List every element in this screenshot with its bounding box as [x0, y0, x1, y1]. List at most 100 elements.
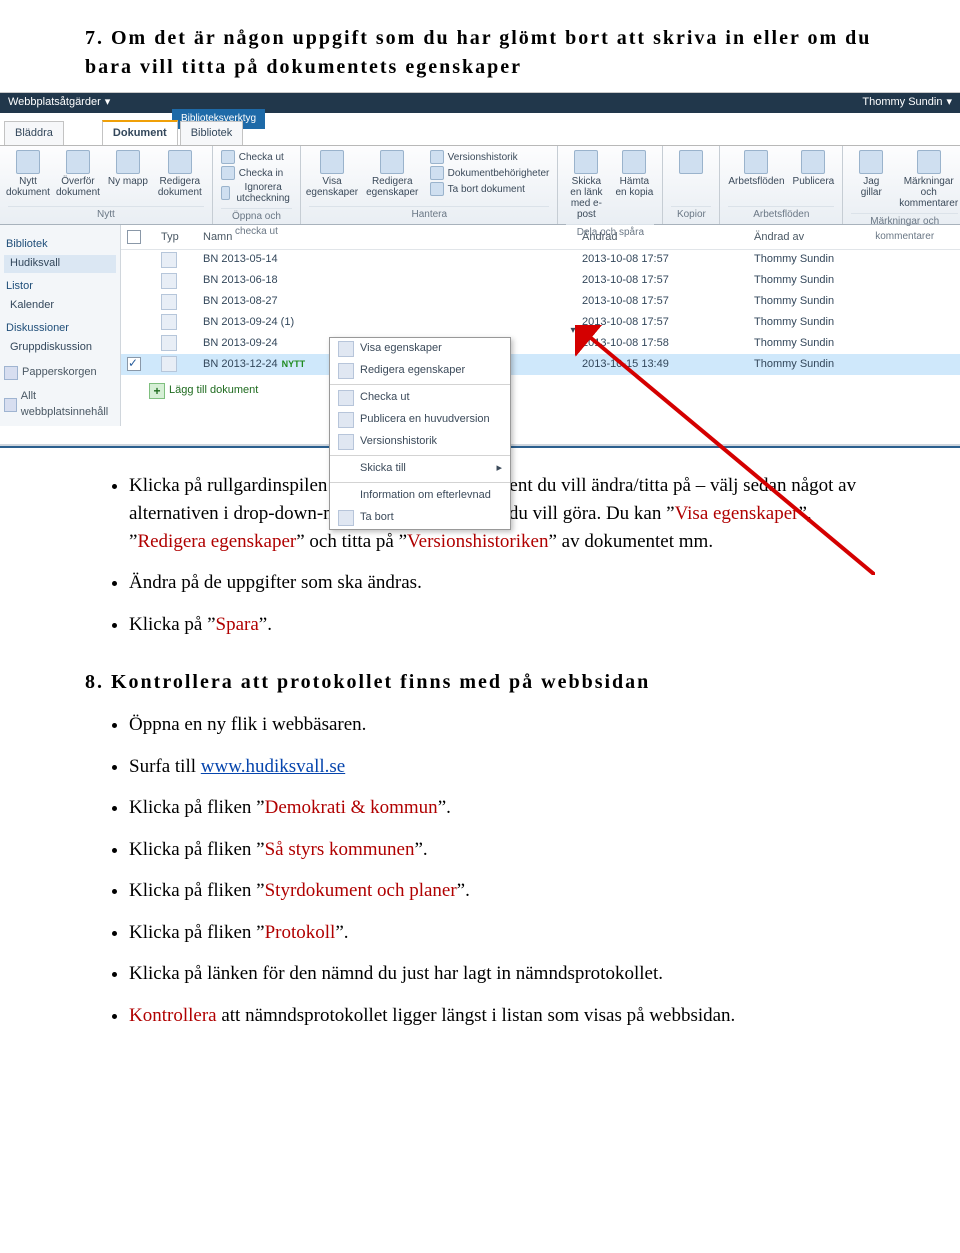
copies-icon: [679, 150, 703, 174]
ribbon-permissions[interactable]: Dokumentbehörigheter: [430, 166, 550, 180]
section7-title: 7. Om det är någon uppgift som du har gl…: [85, 24, 875, 82]
publish-icon: [338, 412, 354, 428]
bullet: Klicka på fliken ”Demokrati & kommun”.: [129, 794, 875, 822]
tab-library[interactable]: Bibliotek: [180, 121, 244, 145]
sharepoint-screenshot: Webbplatsåtgärder ▾ Thommy Sundin ▾ Bibl…: [0, 92, 960, 426]
document-icon: [161, 294, 177, 310]
version-icon: [430, 150, 444, 164]
bullet: Ändra på de uppgifter som ska ändras.: [129, 569, 875, 597]
ribbon-version-history[interactable]: Versionshistorik: [430, 150, 550, 164]
sp-top-bar: Webbplatsåtgärder ▾ Thommy Sundin ▾: [0, 93, 960, 113]
checkout-icon: [221, 150, 235, 164]
bullet: Öppna en ny flik i webbäsaren.: [129, 711, 875, 739]
checkin-icon: [221, 166, 235, 180]
email-icon: [574, 150, 598, 174]
ribbon-discard-checkout[interactable]: Ignorera utcheckning: [221, 182, 292, 204]
quick-launch: Bibliotek Hudiksvall Listor Kalender Dis…: [0, 225, 121, 426]
col-modified-by[interactable]: Ändrad av: [748, 227, 960, 249]
ctx-edit-properties[interactable]: Redigera egenskaper: [330, 360, 510, 382]
checkout-icon: [338, 390, 354, 406]
ctx-compliance[interactable]: Information om efterlevnad: [330, 485, 510, 507]
ctx-view-properties[interactable]: Visa egenskaper: [330, 338, 510, 360]
all-content-icon: [4, 398, 17, 412]
row-checkbox[interactable]: [127, 357, 141, 371]
ctx-delete[interactable]: Ta bort: [330, 507, 510, 529]
ribbon-new-folder[interactable]: Ny mapp: [108, 150, 148, 187]
bullet: Surfa till www.hudiksvall.se: [129, 753, 875, 781]
ribbon-group-workflows-label: Arbetsflöden: [728, 206, 834, 223]
tags-icon: [917, 150, 941, 174]
side-recycle-bin[interactable]: Papperskorgen: [4, 365, 116, 381]
edit-doc-icon: [168, 150, 192, 174]
bullet: Kontrollera att nämndsprotokollet ligger…: [129, 1002, 875, 1030]
section8-title: 8. Kontrollera att protokollet finns med…: [85, 668, 875, 697]
workflow-icon: [744, 150, 768, 174]
side-libraries-header: Bibliotek: [6, 237, 114, 253]
ribbon-email-link[interactable]: Skicka en länk med e-post: [566, 150, 606, 220]
ribbon-copies[interactable]: [671, 150, 711, 174]
table-row[interactable]: BN 2013-05-142013-10-08 17:57Thommy Sund…: [121, 249, 960, 270]
col-type[interactable]: Typ: [155, 227, 197, 249]
ribbon-check-in[interactable]: Checka in: [221, 166, 283, 180]
col-name[interactable]: Namn: [197, 227, 576, 249]
side-discussions-header: Diskussioner: [6, 321, 114, 337]
ribbon-view-properties[interactable]: Visa egenskaper: [309, 150, 355, 198]
tab-browse[interactable]: Bläddra: [4, 121, 64, 145]
table-row[interactable]: BN 2013-09-24 (1)2013-10-08 17:57Thommy …: [121, 312, 960, 333]
bullet: Klicka på länken för den nämnd du just h…: [129, 960, 875, 988]
table-row[interactable]: BN 2013-06-182013-10-08 17:57Thommy Sund…: [121, 271, 960, 292]
document-icon: [161, 314, 177, 330]
site-actions[interactable]: Webbplatsåtgärder: [8, 95, 101, 111]
permissions-icon: [430, 166, 444, 180]
select-all-checkbox[interactable]: [127, 230, 141, 244]
add-document-link[interactable]: + Lägg till dokument: [149, 383, 960, 399]
edit-prop-icon: [380, 150, 404, 174]
bullet: Klicka på fliken ”Så styrs kommunen”.: [129, 836, 875, 864]
new-document-icon: [16, 150, 40, 174]
ctx-publish-major[interactable]: Publicera en huvudversion: [330, 409, 510, 431]
publish-icon: [801, 150, 825, 174]
ctx-version-history[interactable]: Versionshistorik: [330, 431, 510, 453]
current-user[interactable]: Thommy Sundin: [862, 95, 942, 111]
document-icon: [161, 252, 177, 268]
view-prop-icon: [338, 341, 354, 357]
side-lists-header: Listor: [6, 279, 114, 295]
row-context-menu: Visa egenskaper Redigera egenskaper Chec…: [329, 337, 511, 530]
side-all-content[interactable]: Allt webbplatsinnehåll: [4, 389, 116, 421]
table-row[interactable]: BN 2013-08-272013-10-08 17:57Thommy Sund…: [121, 292, 960, 313]
ribbon-edit-properties[interactable]: Redigera egenskaper: [363, 150, 422, 198]
upload-icon: [66, 150, 90, 174]
ribbon-delete-document[interactable]: Ta bort dokument: [430, 182, 550, 196]
tab-documents[interactable]: Dokument: [102, 120, 178, 145]
hudiksvall-link[interactable]: www.hudiksvall.se: [201, 756, 345, 777]
table-row[interactable]: BN 2013-09-242013-10-08 17:58Thommy Sund…: [121, 333, 960, 354]
plus-icon: +: [149, 383, 165, 399]
user-chevron-icon[interactable]: ▾: [946, 95, 952, 111]
ribbon-group-new-label: Nytt: [8, 206, 204, 223]
ribbon-upload-document[interactable]: Överför dokument: [56, 150, 100, 198]
ctx-check-out[interactable]: Checka ut: [330, 387, 510, 409]
ribbon-download-copy[interactable]: Hämta en kopia: [614, 150, 654, 198]
document-icon: [161, 335, 177, 351]
ribbon-like[interactable]: Jag gillar: [851, 150, 891, 198]
ribbon-workflows[interactable]: Arbetsflöden: [728, 150, 784, 187]
ribbon-group-copies-label: Kopior: [671, 206, 711, 223]
col-modified[interactable]: Ändrad: [576, 227, 748, 249]
ctx-send-to[interactable]: Skicka till▸: [330, 458, 510, 480]
ribbon-publish[interactable]: Publicera: [793, 150, 835, 187]
bullet: Klicka på ”Spara”.: [129, 611, 875, 639]
ribbon-edit-document[interactable]: Redigera dokument: [156, 150, 204, 198]
discard-icon: [221, 186, 230, 200]
ribbon-new-document[interactable]: Nytt dokument: [8, 150, 48, 198]
ribbon-tags-notes[interactable]: Märkningar och kommentarer: [899, 150, 958, 209]
like-icon: [859, 150, 883, 174]
side-list-calendar[interactable]: Kalender: [4, 297, 116, 315]
ribbon-check-out[interactable]: Checka ut: [221, 150, 284, 164]
new-badge: NYTT: [282, 359, 306, 369]
row-dropdown-arrow-icon[interactable]: [566, 323, 580, 337]
side-discussion-group[interactable]: Gruppdiskussion: [4, 339, 116, 357]
side-library-hudiksvall[interactable]: Hudiksvall: [4, 255, 116, 273]
version-icon: [338, 434, 354, 450]
table-row-selected[interactable]: BN 2013-12-24NYTT 2013-10-15 13:49 Thomm…: [121, 354, 960, 375]
site-actions-chevron-icon[interactable]: ▾: [105, 95, 111, 111]
